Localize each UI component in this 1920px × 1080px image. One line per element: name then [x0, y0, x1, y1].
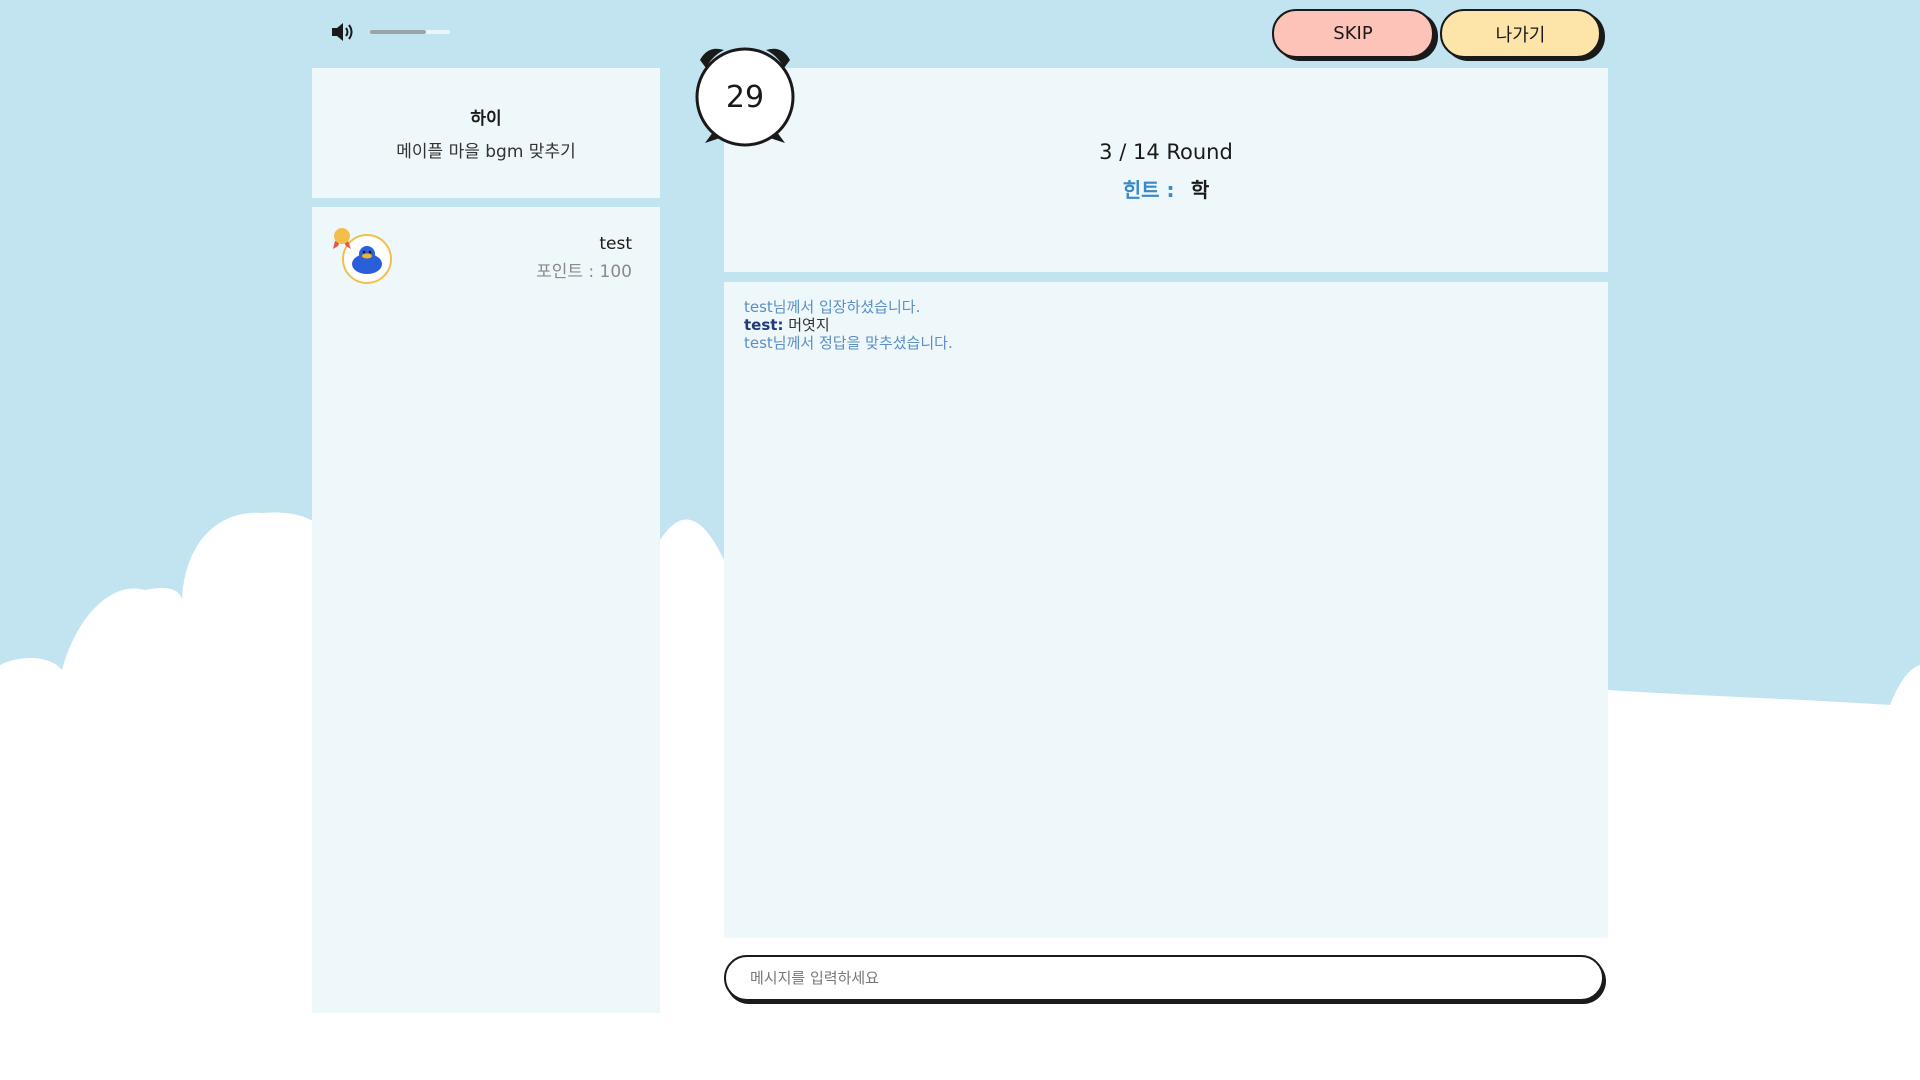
- player-name: test: [599, 234, 632, 254]
- hint: 힌트 : 학: [724, 174, 1608, 203]
- chat-message-text: 머엿지: [788, 316, 830, 334]
- chat-message-user: test: 머엿지: [744, 316, 1588, 334]
- chat-message-author: test:: [744, 316, 784, 334]
- room-description: 메이플 마을 bgm 맞추기: [396, 142, 576, 162]
- chat-message-system: test님께서 정답을 맞추셨습니다.: [744, 334, 953, 352]
- chat-message-system: test님께서 입장하셨습니다.: [744, 298, 921, 316]
- player-list: test 포인트 : 100: [312, 207, 660, 1013]
- chat-input[interactable]: [724, 955, 1604, 1001]
- skip-button[interactable]: SKIP: [1272, 9, 1434, 58]
- chat-log: test님께서 입장하셨습니다. test: 머엿지 test님께서 정답을 맞…: [724, 282, 1608, 368]
- chat-panel: test님께서 입장하셨습니다. test: 머엿지 test님께서 정답을 맞…: [724, 282, 1608, 938]
- timer: 29: [690, 40, 800, 150]
- round-panel: 3 / 14 Round 힌트 : 학: [724, 68, 1608, 272]
- volume-slider-fill: [370, 30, 426, 34]
- hint-label: 힌트 :: [1122, 178, 1175, 202]
- room-title: 하이: [470, 109, 502, 129]
- volume-slider[interactable]: [370, 30, 450, 34]
- round-counter: 3 / 14 Round: [1099, 140, 1233, 164]
- player-points: 포인트 : 100: [536, 262, 632, 282]
- hint-value: 학: [1190, 178, 1210, 202]
- player-card: test 포인트 : 100: [312, 207, 660, 284]
- room-info-panel: 하이 메이플 마을 bgm 맞추기: [312, 68, 660, 198]
- timer-seconds: 29: [725, 80, 765, 115]
- speaker-icon[interactable]: [330, 20, 358, 48]
- volume-control[interactable]: [330, 20, 450, 48]
- first-place-medal-icon: [332, 227, 352, 251]
- exit-button[interactable]: 나가기: [1440, 9, 1601, 58]
